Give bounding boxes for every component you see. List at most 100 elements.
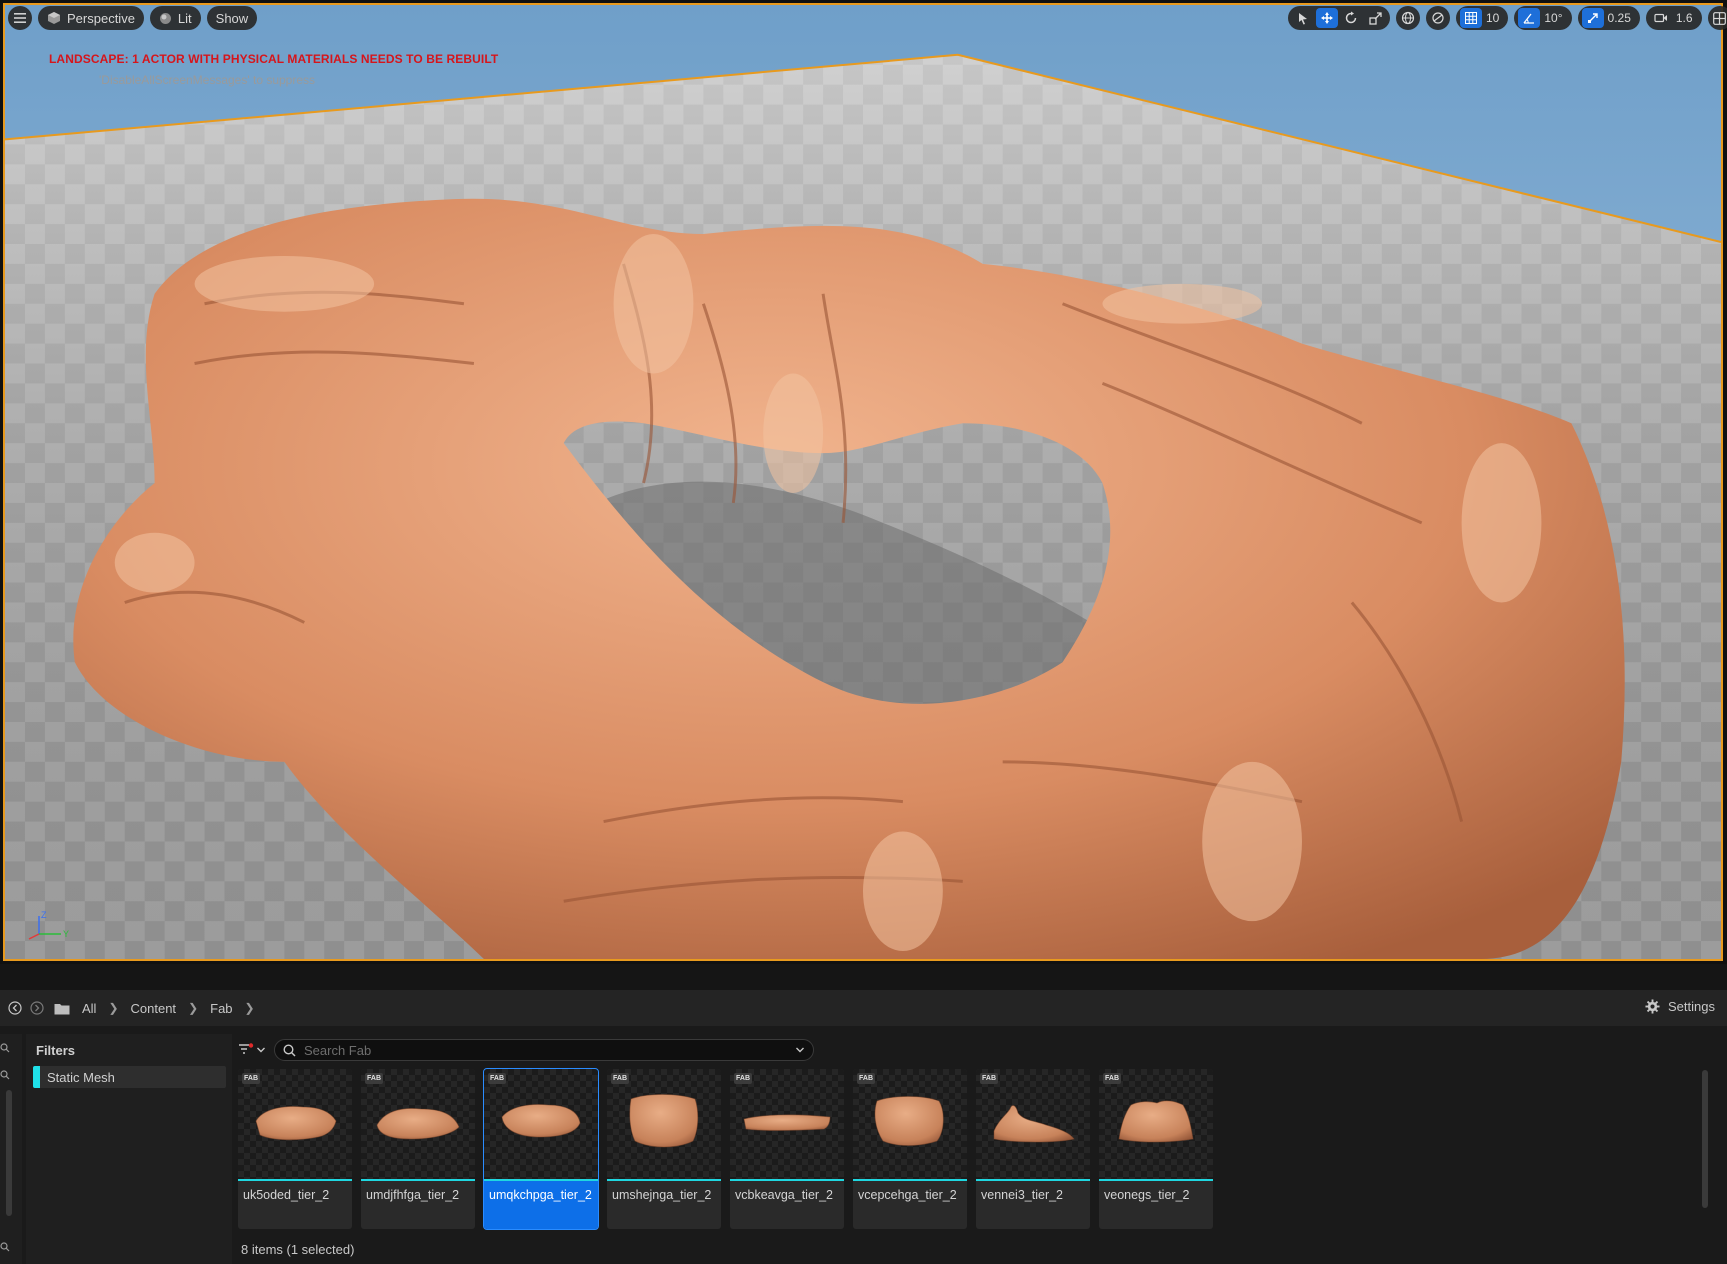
chevron-right-icon[interactable]: ❯: [188, 1001, 198, 1015]
asset-thumbnail: [730, 1069, 844, 1179]
rock-mesh-preview: [629, 1094, 699, 1148]
asset-thumbnail: [361, 1069, 475, 1179]
sources-scrollbar[interactable]: [6, 1090, 12, 1216]
viewport-layout-button[interactable]: [1707, 6, 1727, 30]
fab-badge-icon: FAB: [365, 1073, 383, 1084]
camera-speed-button[interactable]: [1650, 8, 1672, 28]
breadcrumb-fab[interactable]: Fab: [210, 1001, 232, 1016]
filter-dropdown-button[interactable]: [238, 1043, 266, 1057]
asset-thumbnail: [484, 1069, 598, 1179]
filter-icon: [239, 1043, 254, 1054]
breadcrumb-content[interactable]: Content: [131, 1001, 177, 1016]
asset-name: vcepcehga_tier_2: [858, 1188, 957, 1202]
camera-icon: [1654, 13, 1667, 23]
asset-tile[interactable]: FAB umshejnga_tier_2: [607, 1069, 721, 1229]
axis-y-label: Y: [63, 929, 69, 939]
rotation-snap-group[interactable]: 10°: [1514, 6, 1572, 30]
scale-snap-toggle[interactable]: [1581, 8, 1604, 28]
layout-icon: [1713, 11, 1726, 25]
perspective-button[interactable]: Perspective: [38, 6, 144, 30]
axis-gizmo: Z Y: [28, 910, 69, 940]
path-bar: All ❯ Content ❯ Fab ❯ Settings: [0, 990, 1727, 1026]
filter-chip-static-mesh[interactable]: Static Mesh: [33, 1066, 226, 1088]
level-viewport[interactable]: LANDSCAPE: 1 ACTOR WITH PHYSICAL MATERIA…: [0, 0, 1727, 964]
asset-name: umshejnga_tier_2: [612, 1188, 712, 1202]
asset-tile[interactable]: FAB veonegs_tier_2: [1099, 1069, 1213, 1229]
search-box[interactable]: [274, 1039, 814, 1061]
asset-type-indicator: [607, 1179, 721, 1181]
scale-snap-value[interactable]: 0.25: [1606, 11, 1636, 25]
rock-mesh-preview: [743, 1114, 831, 1131]
asset-tile[interactable]: FAB vcbkeavga_tier_2: [730, 1069, 844, 1229]
folder-icon[interactable]: [54, 1002, 70, 1015]
scale-mode-button[interactable]: [1364, 8, 1386, 28]
back-icon[interactable]: [8, 1001, 22, 1015]
grid-snap-value[interactable]: 10: [1484, 11, 1504, 25]
asset-tile[interactable]: FAB umdjfhfga_tier_2: [361, 1069, 475, 1229]
asset-name: vcbkeavga_tier_2: [735, 1188, 833, 1202]
chevron-right-icon[interactable]: ❯: [245, 1001, 255, 1015]
viewport-scene[interactable]: LANDSCAPE: 1 ACTOR WITH PHYSICAL MATERIA…: [3, 3, 1723, 961]
asset-tile[interactable]: FAB umqkchpga_tier_2: [483, 1068, 599, 1230]
fab-badge-icon: FAB: [980, 1073, 998, 1084]
surface-snapping-button[interactable]: [1426, 6, 1450, 30]
filters-panel: Filters Static Mesh: [26, 1034, 232, 1264]
asset-name: umdjfhfga_tier_2: [366, 1188, 460, 1202]
asset-thumbnail: [976, 1069, 1090, 1179]
scale-snap-group[interactable]: 0.25: [1577, 6, 1640, 30]
filters-title: Filters: [36, 1043, 76, 1058]
content-browser: All ❯ Content ❯ Fab ❯ Settings Filters S…: [0, 990, 1727, 1264]
grid-snap-toggle[interactable]: [1460, 8, 1482, 28]
rebuild-warning-message: LANDSCAPE: 1 ACTOR WITH PHYSICAL MATERIA…: [49, 52, 499, 66]
asset-type-indicator: [1099, 1179, 1213, 1181]
viewport-menu-button[interactable]: [8, 6, 32, 30]
show-button[interactable]: Show: [206, 6, 258, 30]
asset-name: veonegs_tier_2: [1104, 1188, 1190, 1202]
search-icon[interactable]: [0, 1070, 10, 1080]
chevron-down-icon[interactable]: [795, 1046, 805, 1054]
lit-label: Lit: [177, 10, 192, 26]
rotation-snap-toggle[interactable]: [1518, 8, 1541, 28]
coordinate-space-button[interactable]: [1396, 6, 1420, 30]
sphere-icon: [159, 12, 171, 24]
grid-snap-group[interactable]: 10: [1456, 6, 1509, 30]
fab-badge-icon: FAB: [611, 1073, 629, 1084]
asset-thumbnail: [853, 1069, 967, 1179]
asset-type-indicator: [730, 1179, 844, 1181]
show-label: Show: [215, 10, 249, 26]
chevron-down-icon: [257, 1047, 265, 1053]
search-input[interactable]: [304, 1042, 787, 1058]
settings-button[interactable]: Settings: [1645, 999, 1715, 1014]
cursor-icon: [1299, 12, 1307, 24]
filter-color-bar: [33, 1066, 40, 1088]
asset-grid-scrollbar[interactable]: [1702, 1070, 1708, 1208]
item-count-status: 8 items (1 selected): [241, 1242, 355, 1257]
forward-icon[interactable]: [30, 1001, 44, 1015]
camera-speed-value[interactable]: 1.6: [1674, 11, 1698, 25]
scene-render: [5, 5, 1721, 959]
asset-tile[interactable]: FAB uk5oded_tier_2: [238, 1069, 352, 1229]
settings-label: Settings: [1668, 999, 1715, 1014]
perspective-label: Perspective: [67, 10, 135, 26]
asset-type-indicator: [238, 1179, 352, 1181]
rotation-snap-value[interactable]: 10°: [1542, 11, 1567, 25]
search-icon[interactable]: [0, 1242, 10, 1252]
surface-snap-icon: [1432, 12, 1444, 24]
rock-mesh-preview: [255, 1106, 337, 1141]
asset-tile[interactable]: FAB vcepcehga_tier_2: [853, 1069, 967, 1229]
asset-tile[interactable]: FAB vennei3_tier_2: [976, 1069, 1090, 1229]
globe-icon: [1401, 11, 1415, 25]
camera-speed-group[interactable]: 1.6: [1645, 6, 1702, 30]
search-icon[interactable]: [0, 1043, 10, 1053]
rotate-mode-button[interactable]: [1340, 8, 1362, 28]
fab-badge-icon: FAB: [734, 1073, 752, 1084]
rock-mesh-preview: [993, 1105, 1075, 1143]
translate-mode-button[interactable]: [1316, 8, 1338, 28]
breadcrumb-all[interactable]: All: [82, 1001, 96, 1016]
chevron-right-icon[interactable]: ❯: [108, 1001, 118, 1015]
collapsed-sources-strip[interactable]: [0, 1034, 22, 1264]
cube-icon: [48, 12, 60, 24]
lit-button[interactable]: Lit: [149, 6, 201, 30]
rock-mesh-preview: [376, 1108, 460, 1140]
select-mode-button[interactable]: [1292, 8, 1314, 28]
